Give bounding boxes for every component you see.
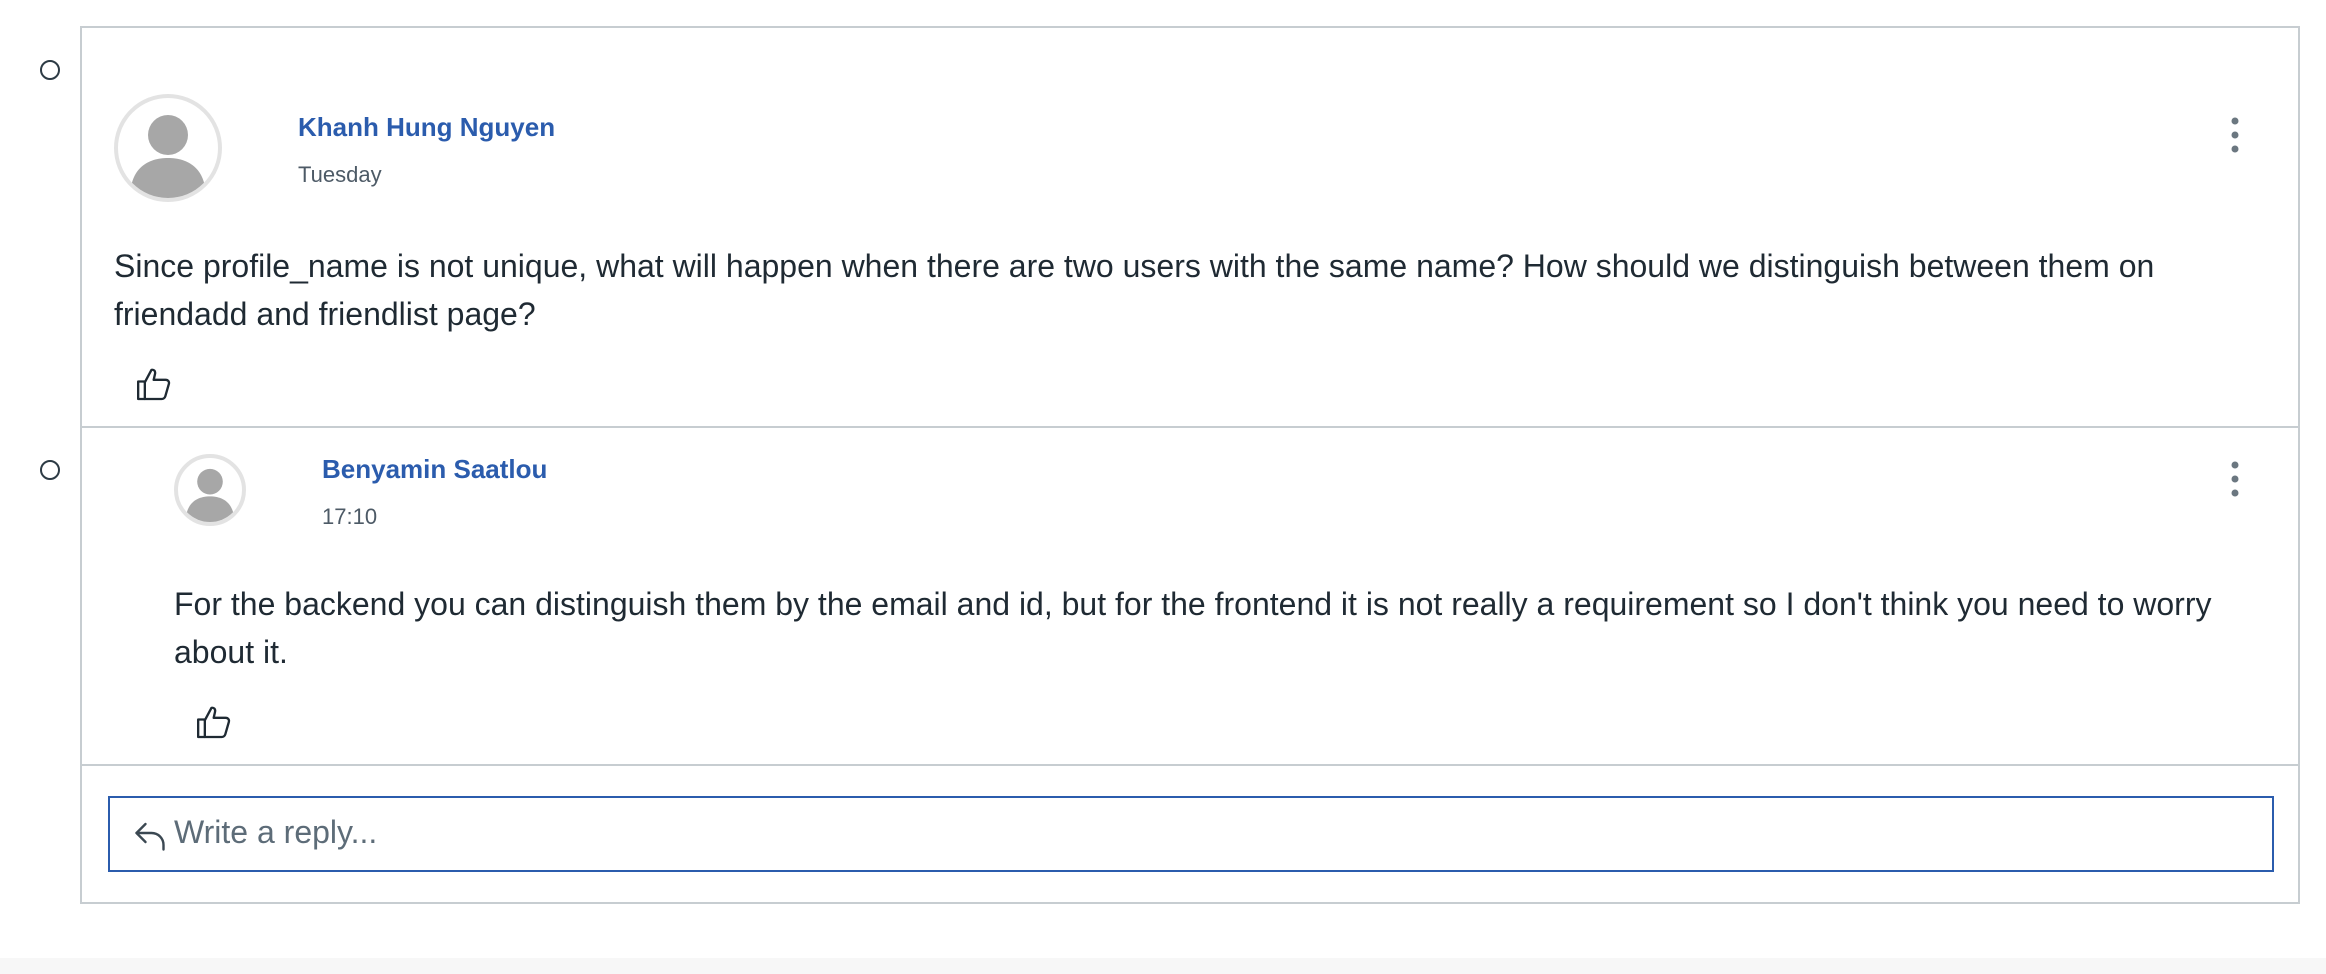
kebab-menu-icon <box>2231 461 2239 497</box>
options-button[interactable] <box>2225 458 2245 502</box>
discussion-entry: Khanh Hung Nguyen Tuesday Since profile_… <box>82 28 2298 428</box>
options-button[interactable] <box>2225 114 2245 158</box>
kebab-menu-icon <box>2231 117 2239 153</box>
default-user-avatar-icon <box>185 468 235 522</box>
reply-arrow-icon <box>132 818 168 854</box>
post-timestamp: Tuesday <box>298 162 382 187</box>
avatar[interactable] <box>174 454 246 526</box>
entry-bullet <box>40 460 60 480</box>
write-reply-input[interactable]: Write a reply... <box>108 796 2274 872</box>
author-name-link[interactable]: Khanh Hung Nguyen <box>298 112 555 143</box>
discussion-reply-entry: Benyamin Saatlou 17:10 For the backend y… <box>82 428 2298 766</box>
avatar[interactable] <box>114 94 222 202</box>
thumbs-up-icon <box>137 368 171 401</box>
entry-bullet <box>40 60 60 80</box>
thumbs-up-icon <box>197 706 231 739</box>
like-button[interactable] <box>194 702 234 742</box>
author-name-link[interactable]: Benyamin Saatlou <box>322 454 547 485</box>
discussion-thread: Khanh Hung Nguyen Tuesday Since profile_… <box>80 26 2300 904</box>
post-timestamp: 17:10 <box>322 504 378 529</box>
post-message: Since profile_name is not unique, what w… <box>114 248 2155 332</box>
default-user-avatar-icon <box>130 115 206 198</box>
page-bottom-edge <box>0 958 2326 974</box>
reply-placeholder: Write a reply... <box>174 814 378 850</box>
post-message: For the backend you can distinguish them… <box>174 586 2212 670</box>
like-button[interactable] <box>134 364 174 404</box>
